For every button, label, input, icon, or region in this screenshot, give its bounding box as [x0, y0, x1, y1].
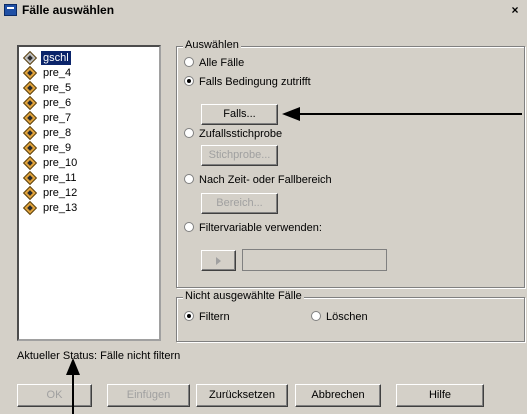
- select-group: Auswählen Alle Fälle Falls Bedingung zut…: [176, 39, 525, 288]
- unselected-group-label: Nicht ausgewählte Fälle: [183, 290, 304, 302]
- scale-variable-icon: [22, 155, 38, 171]
- close-icon[interactable]: ×: [507, 3, 523, 17]
- scale-variable-icon: [22, 170, 38, 186]
- scale-variable-icon: [22, 140, 38, 156]
- scale-variable-icon: [22, 125, 38, 141]
- radio-circle: [184, 76, 194, 86]
- radio-circle: [184, 128, 194, 138]
- if-button[interactable]: Falls...: [201, 104, 278, 125]
- sample-button[interactable]: Stichprobe...: [201, 145, 278, 166]
- help-button[interactable]: Hilfe: [396, 384, 484, 407]
- scale-variable-icon: [22, 80, 38, 96]
- range-button[interactable]: Bereich...: [201, 193, 278, 214]
- cancel-button[interactable]: Abbrechen: [295, 384, 381, 407]
- scale-variable-icon: [22, 95, 38, 111]
- radio-circle: [184, 222, 194, 232]
- radio-circle: [311, 311, 321, 321]
- scale-variable-icon: [22, 50, 38, 66]
- scale-variable-icon: [22, 200, 38, 216]
- ok-button[interactable]: OK: [17, 384, 92, 407]
- variable-list[interactable]: gschl pre_4 pre_5 pre_6 pre_7 pre_8 pre_…: [17, 45, 161, 341]
- filter-variable-field[interactable]: [242, 249, 387, 271]
- radio-circle: [184, 57, 194, 67]
- window-title: Fälle auswählen: [22, 3, 115, 17]
- reset-button[interactable]: Zurücksetzen: [196, 384, 288, 407]
- paste-button[interactable]: Einfügen: [107, 384, 190, 407]
- title-bar: Fälle auswählen ×: [0, 0, 527, 21]
- move-variable-button[interactable]: [201, 250, 236, 271]
- app-icon: [4, 4, 17, 16]
- select-cases-dialog: Fälle auswählen × gschl pre_4 pre_5 pre_…: [0, 0, 527, 414]
- scale-variable-icon: [22, 65, 38, 81]
- scale-variable-icon: [22, 185, 38, 201]
- select-group-label: Auswählen: [183, 39, 241, 51]
- arrow-right-icon: [216, 257, 221, 265]
- status-text: Aktueller Status: Fälle nicht filtern: [17, 350, 181, 362]
- radio-circle: [184, 174, 194, 184]
- unselected-cases-group: Nicht ausgewählte Fälle Filtern Löschen: [176, 290, 525, 342]
- scale-variable-icon: [22, 110, 38, 126]
- radio-circle: [184, 311, 194, 321]
